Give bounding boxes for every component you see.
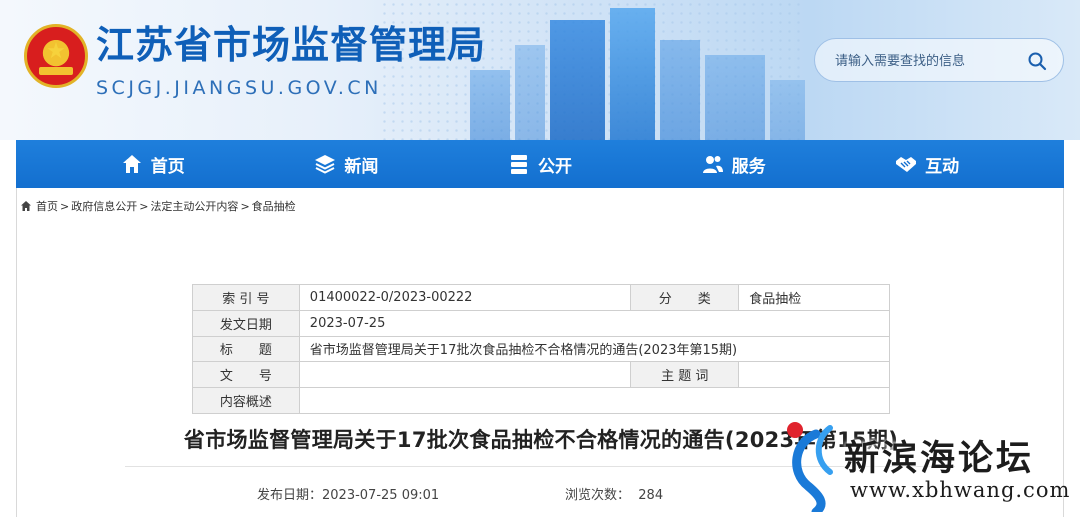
docno-value	[298, 361, 632, 389]
table-row: 索 引 号 01400022-0/2023-00222 分 类 食品抽检	[192, 284, 890, 311]
summary-label: 内容概述	[192, 387, 300, 414]
breadcrumb-link-food-inspection[interactable]: 食品抽检	[252, 198, 296, 214]
table-row: 内容概述	[192, 387, 891, 414]
nav-item-label: 互动	[925, 156, 960, 177]
site-title[interactable]: 江苏省市场监督管理局	[96, 22, 486, 68]
banner-building	[610, 8, 655, 140]
nav-item-news[interactable]: 新闻	[314, 152, 378, 177]
stack-icon	[510, 155, 527, 174]
table-row: 发文日期 2023-07-25	[192, 309, 891, 337]
nav-item-label: 首页	[150, 156, 185, 177]
title-divider	[125, 466, 955, 467]
main-nav: 首页 新闻 公开 服务 互动	[16, 140, 1064, 188]
layers-icon	[315, 155, 336, 174]
breadcrumb-separator: >	[60, 199, 70, 213]
view-count: 浏览次数： 284	[565, 484, 663, 503]
table-row: 文 号 主 题 词	[192, 361, 890, 389]
nav-item-label: 新闻	[344, 156, 379, 177]
keyword-value	[738, 361, 890, 389]
search-box[interactable]	[814, 38, 1064, 82]
breadcrumb-link-statutory[interactable]: 法定主动公开内容	[150, 198, 238, 214]
banner-building	[660, 40, 700, 140]
national-emblem-icon[interactable]: ★	[24, 24, 88, 88]
publish-date: 发布日期：2023-07-25 09:01	[257, 484, 439, 503]
nav-item-public[interactable]: 公开	[508, 152, 572, 177]
nav-item-interact[interactable]: 互动	[895, 152, 959, 177]
banner-building	[515, 45, 545, 140]
breadcrumb-link-gov-info[interactable]: 政府信息公开	[71, 198, 137, 214]
index-value: 01400022-0/2023-00222	[298, 284, 632, 311]
banner-building	[770, 80, 805, 140]
banner-building	[705, 55, 765, 140]
keyword-label: 主 题 词	[630, 361, 740, 389]
subject-value: 省市场监督管理局关于17批次食品抽检不合格情况的通告(2023年第15期)	[298, 335, 891, 363]
subject-label: 标 题	[192, 335, 300, 363]
site-domain: SCJGJ.JIANGSU.GOV.CN	[96, 77, 382, 99]
date-value: 2023-07-25	[298, 309, 891, 337]
view-count-label: 浏览次数：	[565, 488, 631, 503]
header-banner: ★ 江苏省市场监督管理局 SCJGJ.JIANGSU.GOV.CN	[0, 0, 1080, 140]
home-icon	[122, 155, 141, 173]
banner-building	[470, 70, 510, 140]
publish-date-label: 发布日期：	[257, 488, 323, 503]
nav-item-label: 服务	[731, 156, 766, 177]
table-row: 标 题 省市场监督管理局关于17批次食品抽检不合格情况的通告(2023年第15期…	[192, 335, 891, 363]
date-label: 发文日期	[192, 309, 300, 337]
breadcrumb-link-home[interactable]: 首页	[36, 198, 58, 214]
article-title: 省市场监督管理局关于17批次食品抽检不合格情况的通告(2023年第15期)	[183, 428, 899, 452]
nav-item-home[interactable]: 首页	[121, 152, 185, 177]
breadcrumb-separator: >	[240, 199, 250, 213]
index-label: 索 引 号	[192, 284, 300, 311]
view-count-value: 284	[638, 488, 664, 503]
category-label: 分 类	[630, 284, 740, 311]
nav-item-label: 公开	[537, 156, 572, 177]
category-value: 食品抽检	[738, 284, 890, 311]
summary-value	[298, 387, 891, 414]
banner-building	[550, 20, 605, 140]
handshake-icon	[896, 157, 917, 172]
nav-item-service[interactable]: 服务	[702, 152, 766, 177]
docno-label: 文 号	[192, 361, 300, 389]
breadcrumb-separator: >	[139, 199, 149, 213]
search-input[interactable]	[835, 50, 1025, 72]
document-info-table: 索 引 号 01400022-0/2023-00222 分 类 食品抽检 发文日…	[192, 284, 891, 414]
people-icon	[702, 156, 723, 173]
content-area: 首页 > 政府信息公开 > 法定主动公开内容 > 食品抽检 索 引 号 0140…	[16, 188, 1064, 517]
breadcrumb: 首页 > 政府信息公开 > 法定主动公开内容 > 食品抽检	[20, 198, 296, 214]
search-icon[interactable]	[1027, 51, 1047, 71]
publish-date-value: 2023-07-25 09:01	[322, 488, 440, 503]
home-icon	[21, 201, 31, 211]
